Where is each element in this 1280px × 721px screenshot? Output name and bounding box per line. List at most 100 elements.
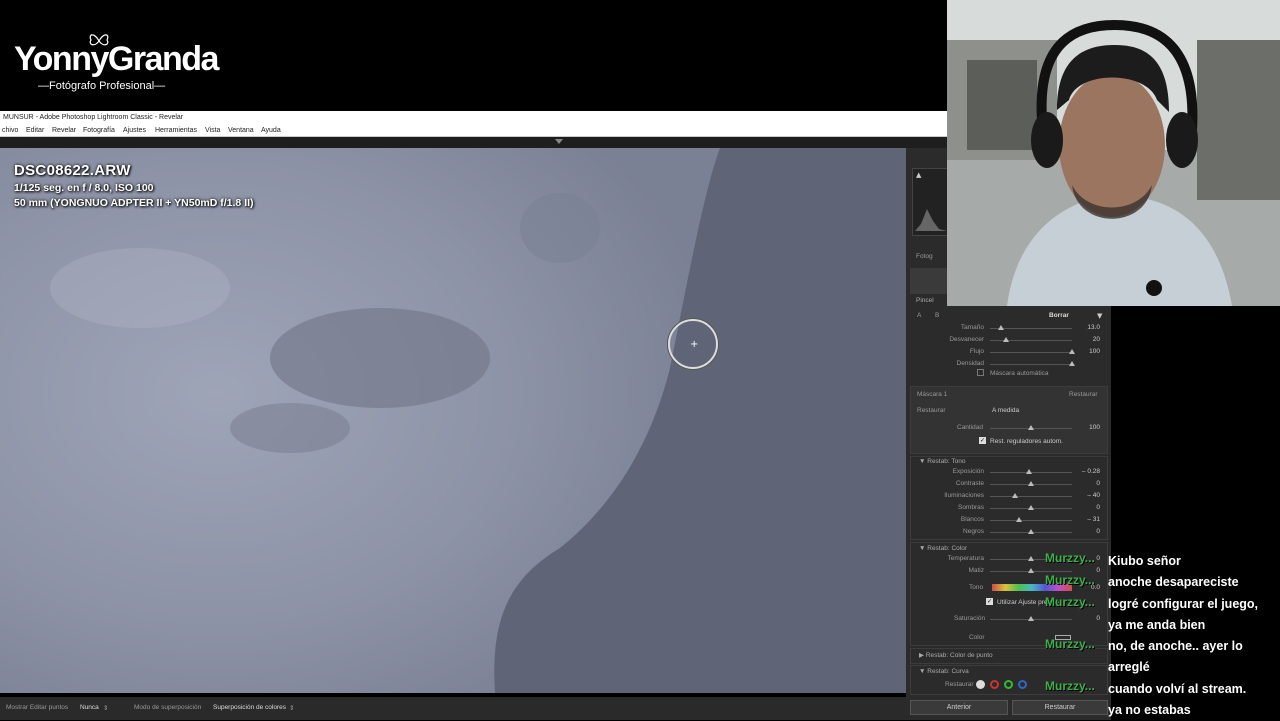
tone-setting-value[interactable]: 0 (1070, 528, 1100, 535)
auto-mask-checkbox[interactable] (977, 369, 984, 376)
chat-message: no, de anoche.. ayer lo (1108, 639, 1243, 654)
chat-user-overlay: Murzzy... (1045, 679, 1095, 693)
tone-setting-label: Exposición (952, 468, 984, 475)
curve-white-channel-icon[interactable] (976, 680, 985, 689)
tone-setting-value[interactable]: 0 (1070, 504, 1100, 511)
chevron-updown-icon[interactable]: ⇕ (289, 704, 294, 712)
overlay-mode-select[interactable]: Superposición de colores (213, 704, 286, 711)
brush-setting-slider[interactable] (990, 364, 1072, 365)
tone-setting-slider-knob[interactable] (1028, 529, 1034, 534)
color-setting-label: Temperatura (947, 555, 985, 562)
tone-setting-label: Negros (963, 528, 984, 535)
tone-setting-label: Blancos (960, 516, 984, 523)
color-setting-label: Matiz (968, 567, 984, 574)
tone-setting-value[interactable]: – 40 (1070, 492, 1100, 499)
tone-setting-slider[interactable] (990, 520, 1072, 521)
tone-setting-label: Contraste (955, 480, 984, 487)
point-color-title-text: Restab: Color de punto (925, 652, 993, 659)
tone-setting-slider-knob[interactable] (1028, 505, 1034, 510)
brush-setting-slider[interactable] (990, 352, 1072, 353)
chat-overlay: Kiubo señor anoche desapareciste logré c… (1108, 551, 1280, 721)
curve-green-channel-icon[interactable] (1004, 680, 1013, 689)
curve-blue-channel-icon[interactable] (1018, 680, 1027, 689)
curve-title: ▼ Restab: Curva (919, 668, 969, 675)
brush-setting-slider-knob[interactable] (1069, 361, 1075, 366)
saturation-label: Saturación (954, 615, 986, 622)
menu-ajustes[interactable]: Ajustes (123, 124, 146, 137)
webcam-image (947, 0, 1280, 306)
bottom-toolbar: Mostrar Editar puntos Nunca ⇕ Modo de su… (0, 697, 906, 720)
amount-slider-knob[interactable] (1028, 425, 1034, 430)
point-color-title[interactable]: ▶ Restab: Color de punto (919, 651, 993, 659)
brush-setting-label: Flujo (969, 348, 984, 355)
chevron-updown-icon[interactable]: ⇕ (103, 704, 108, 712)
brush-a-tab[interactable]: A (917, 312, 921, 319)
fine-adjust-checkbox[interactable]: ✓ (986, 598, 993, 605)
chat-message: Kiubo señor (1108, 554, 1181, 568)
reset-sliders-checkbox[interactable]: ✓ (979, 437, 986, 444)
mask-name: Máscara 1 (917, 391, 948, 398)
menu-archivo[interactable]: chivo (2, 124, 18, 137)
menu-revelar[interactable]: Revelar (52, 124, 76, 137)
mask-reset-button[interactable]: Restaurar (1069, 391, 1098, 398)
photo-exposure: 1/125 seg. en f / 8.0, ISO 100 (14, 182, 154, 194)
tone-setting-value[interactable]: 0 (1070, 480, 1100, 487)
menu-vista[interactable]: Vista (205, 124, 220, 137)
brand-subtitle: —Fotógrafo Profesional— (38, 80, 166, 92)
saturation-slider-knob[interactable] (1028, 616, 1034, 621)
chat-user-overlay: Murzzy... (1045, 595, 1095, 609)
chevron-down-icon[interactable]: ▼ (1097, 312, 1102, 320)
tone-setting-value[interactable]: – 31 (1070, 516, 1100, 523)
brush-setting-label: Tamaño (960, 324, 984, 331)
brush-setting-slider-knob[interactable] (998, 325, 1005, 330)
tone-setting-label: Sombras (957, 504, 984, 511)
tone-title-text: Restab: Tono (927, 458, 966, 465)
tone-setting-slider-knob[interactable] (1025, 469, 1032, 474)
show-edit-points-select[interactable]: Nunca (80, 704, 99, 711)
tone-setting-slider-knob[interactable] (1015, 517, 1022, 522)
tone-setting-slider-knob[interactable] (1011, 493, 1018, 498)
curve-reset-button[interactable]: Restaurar (945, 681, 974, 688)
menu-editar[interactable]: Editar (26, 124, 44, 137)
photo-file-name: DSC08622.ARW (14, 162, 131, 179)
brush-b-tab[interactable]: B (935, 312, 939, 319)
color-setting-slider-knob[interactable] (1028, 568, 1034, 573)
photo-canvas[interactable] (0, 148, 906, 693)
amount-value[interactable]: 100 (1070, 424, 1100, 431)
clip-warning-icon[interactable]: ▲ (916, 171, 921, 179)
restore-select[interactable]: A medida (992, 407, 1019, 414)
webcam-feed (947, 0, 1280, 306)
brush-setting-slider-knob[interactable] (1003, 337, 1010, 342)
menu-ayuda[interactable]: Ayuda (261, 124, 281, 137)
brush-setting-slider[interactable] (990, 340, 1072, 341)
collapse-top-panel-icon[interactable] (555, 139, 563, 144)
curve-title-text: Restab: Curva (927, 668, 969, 675)
chat-message: anoche desapareciste (1108, 575, 1239, 590)
photo-lens: 50 mm (YONGNUO ADPTER II + YN50mD f/1.8 … (14, 197, 254, 209)
brush-erase-tab[interactable]: Borrar (1049, 312, 1069, 319)
menu-ventana[interactable]: Ventana (228, 124, 254, 137)
tone-setting-slider[interactable] (990, 496, 1072, 497)
previous-button[interactable]: Anterior (910, 700, 1008, 715)
menu-fotografia[interactable]: Fotografía (83, 124, 115, 137)
saturation-value[interactable]: 0 (1070, 615, 1100, 622)
menu-herramientas[interactable]: Herramientas (155, 124, 197, 137)
brush-setting-value[interactable]: 13.0 (1070, 324, 1100, 331)
chat-user-overlay: Murzzy... (1045, 637, 1095, 651)
tone-setting-slider-knob[interactable] (1028, 481, 1034, 486)
color-title: ▼ Restab: Color (919, 545, 967, 552)
tool-strip (910, 268, 947, 294)
color-title-text: Restab: Color (927, 545, 967, 552)
menu-bar: chivo Editar Revelar Fotografía Ajustes … (0, 124, 947, 137)
reset-button[interactable]: Restaurar (1012, 700, 1108, 715)
brush-setting-value[interactable]: 20 (1070, 336, 1100, 343)
curve-red-channel-icon[interactable] (990, 680, 999, 689)
chat-message: arreglé (1108, 660, 1150, 675)
brush-setting-value[interactable]: 100 (1070, 348, 1100, 355)
brush-setting-label: Densidad (956, 360, 984, 367)
photo-image (0, 148, 906, 693)
color-setting-slider-knob[interactable] (1028, 556, 1034, 561)
tone-setting-value[interactable]: – 0.28 (1070, 468, 1100, 475)
chat-message: cuando volví al stream. (1108, 681, 1247, 696)
color-swatch-label: Color (969, 634, 985, 641)
